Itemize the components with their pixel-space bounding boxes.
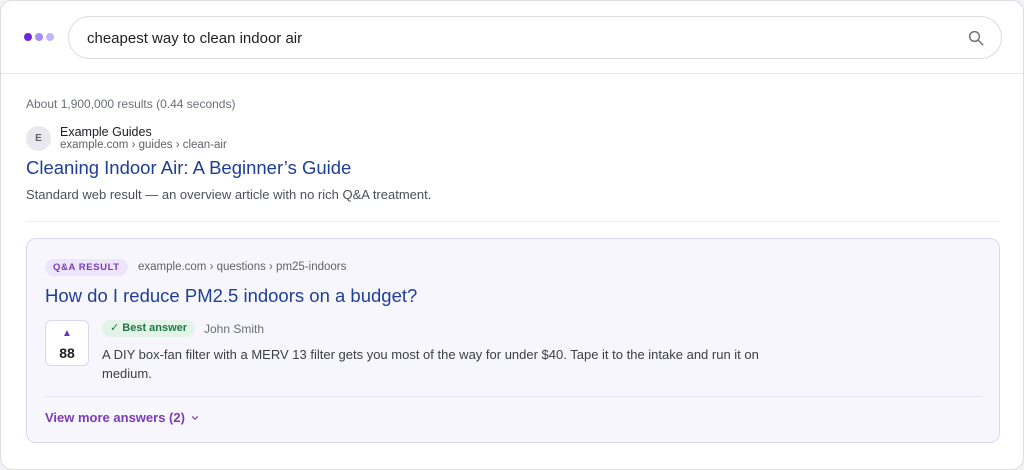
- site-avatar: E: [26, 126, 51, 151]
- results-stats: About 1,900,000 results (0.44 seconds): [26, 97, 236, 111]
- divider: [45, 396, 982, 397]
- qa-result-card: Q&A RESULT example.com › questions › pm2…: [26, 238, 1000, 443]
- result-title-link[interactable]: Cleaning Indoor Air: A Beginner’s Guide: [26, 157, 351, 179]
- search-icon[interactable]: [967, 29, 985, 47]
- vote-count: 88: [59, 345, 75, 361]
- answer-text: A DIY box-fan filter with a MERV 13 filt…: [102, 347, 759, 381]
- site-name[interactable]: Example Guides: [60, 125, 152, 139]
- logo-dot-1: [24, 33, 32, 41]
- upvote-icon[interactable]: ▲: [46, 328, 88, 339]
- divider: [26, 221, 1000, 222]
- qa-result-badge: Q&A RESULT: [45, 259, 128, 276]
- search-query-text[interactable]: cheapest way to clean indoor air: [87, 30, 302, 47]
- logo-dot-3: [46, 33, 54, 41]
- search-input[interactable]: cheapest way to clean indoor air: [68, 16, 1002, 59]
- search-results-page: cheapest way to clean indoor air About 1…: [0, 0, 1024, 470]
- best-answer-badge: ✓ Best answer: [102, 320, 196, 337]
- qa-question-title-link[interactable]: How do I reduce PM2.5 indoors on a budge…: [45, 285, 417, 307]
- chevron-down-icon: [191, 415, 198, 420]
- result-url[interactable]: example.com › guides › clean-air: [60, 139, 227, 151]
- vote-widget: ▲ 88: [45, 320, 89, 366]
- logo-dot-2: [35, 33, 43, 41]
- logo-icon[interactable]: [24, 33, 54, 41]
- answer-author: John Smith: [204, 322, 265, 336]
- result-snippet: Standard web result — an overview articl…: [26, 187, 432, 202]
- qa-result-url[interactable]: example.com › questions › pm25-indoors: [138, 261, 346, 273]
- view-more-answers-label: View more answers (2): [45, 410, 185, 425]
- view-more-answers-button[interactable]: View more answers (2): [45, 410, 199, 425]
- header: cheapest way to clean indoor air: [1, 1, 1023, 74]
